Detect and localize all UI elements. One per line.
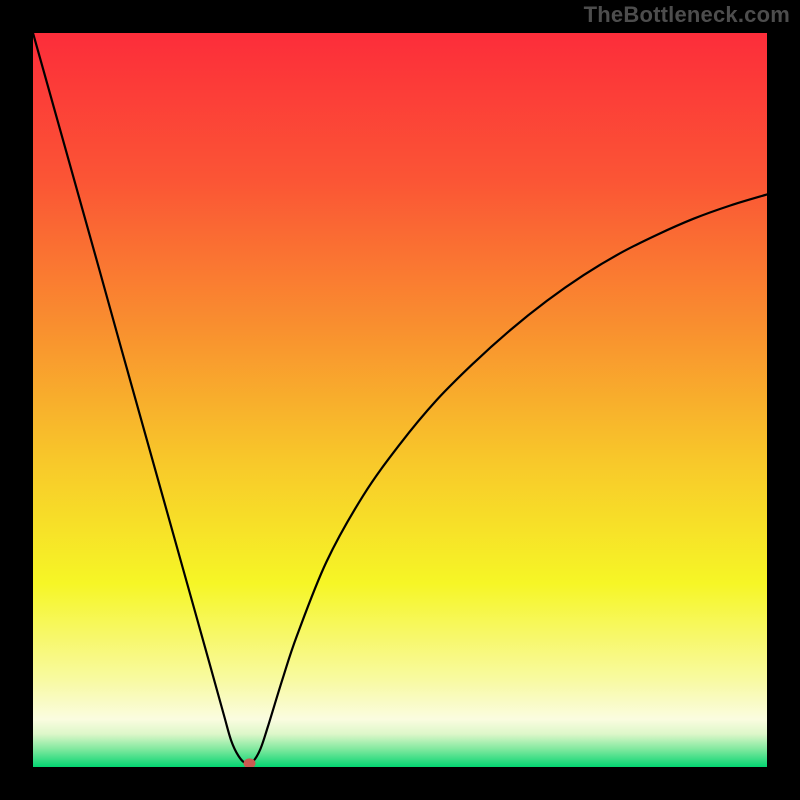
gradient-background (33, 33, 767, 767)
chart-frame: TheBottleneck.com (0, 0, 800, 800)
attribution-label: TheBottleneck.com (584, 2, 790, 28)
plot-area (33, 33, 767, 767)
bottleneck-chart (33, 33, 767, 767)
